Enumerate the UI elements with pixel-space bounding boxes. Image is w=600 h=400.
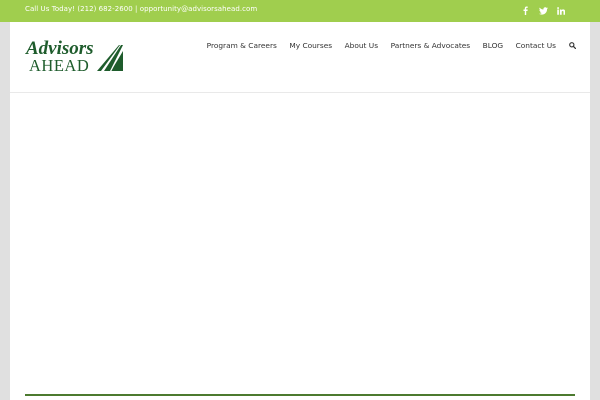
top-bar: Call Us Today! (212) 682-2600 | opportun… xyxy=(0,0,600,22)
nav-my-courses[interactable]: My Courses xyxy=(289,41,332,50)
advisors-ahead-logo[interactable]: Advisors AHEAD xyxy=(25,36,125,76)
contact-info: Call Us Today! (212) 682-2600 | opportun… xyxy=(25,5,257,13)
logo-line2: AHEAD xyxy=(29,56,89,75)
twitter-icon[interactable] xyxy=(537,5,549,16)
main-navigation: Program & Careers My Courses About Us Pa… xyxy=(194,39,576,51)
main-content xyxy=(10,93,590,400)
nav-about-us[interactable]: About Us xyxy=(345,41,378,50)
page: Call Us Today! (212) 682-2600 | opportun… xyxy=(0,0,600,400)
nav-partners-advocates[interactable]: Partners & Advocates xyxy=(391,41,471,50)
nav-contact-us[interactable]: Contact Us xyxy=(516,41,556,50)
nav-program-careers[interactable]: Program & Careers xyxy=(207,41,277,50)
linkedin-icon[interactable] xyxy=(555,5,567,16)
search-icon[interactable] xyxy=(568,41,576,49)
section-divider xyxy=(25,394,575,396)
email-link[interactable]: opportunity@advisorsahead.com xyxy=(140,5,257,13)
nav-blog[interactable]: BLOG xyxy=(483,41,503,50)
contact-separator: | xyxy=(132,5,140,13)
site-header: Advisors AHEAD Program & Careers My Cour… xyxy=(10,22,590,93)
contact-prefix: Call Us Today! xyxy=(25,5,78,13)
facebook-icon[interactable] xyxy=(520,5,530,16)
phone-number[interactable]: (212) 682-2600 xyxy=(77,5,132,13)
